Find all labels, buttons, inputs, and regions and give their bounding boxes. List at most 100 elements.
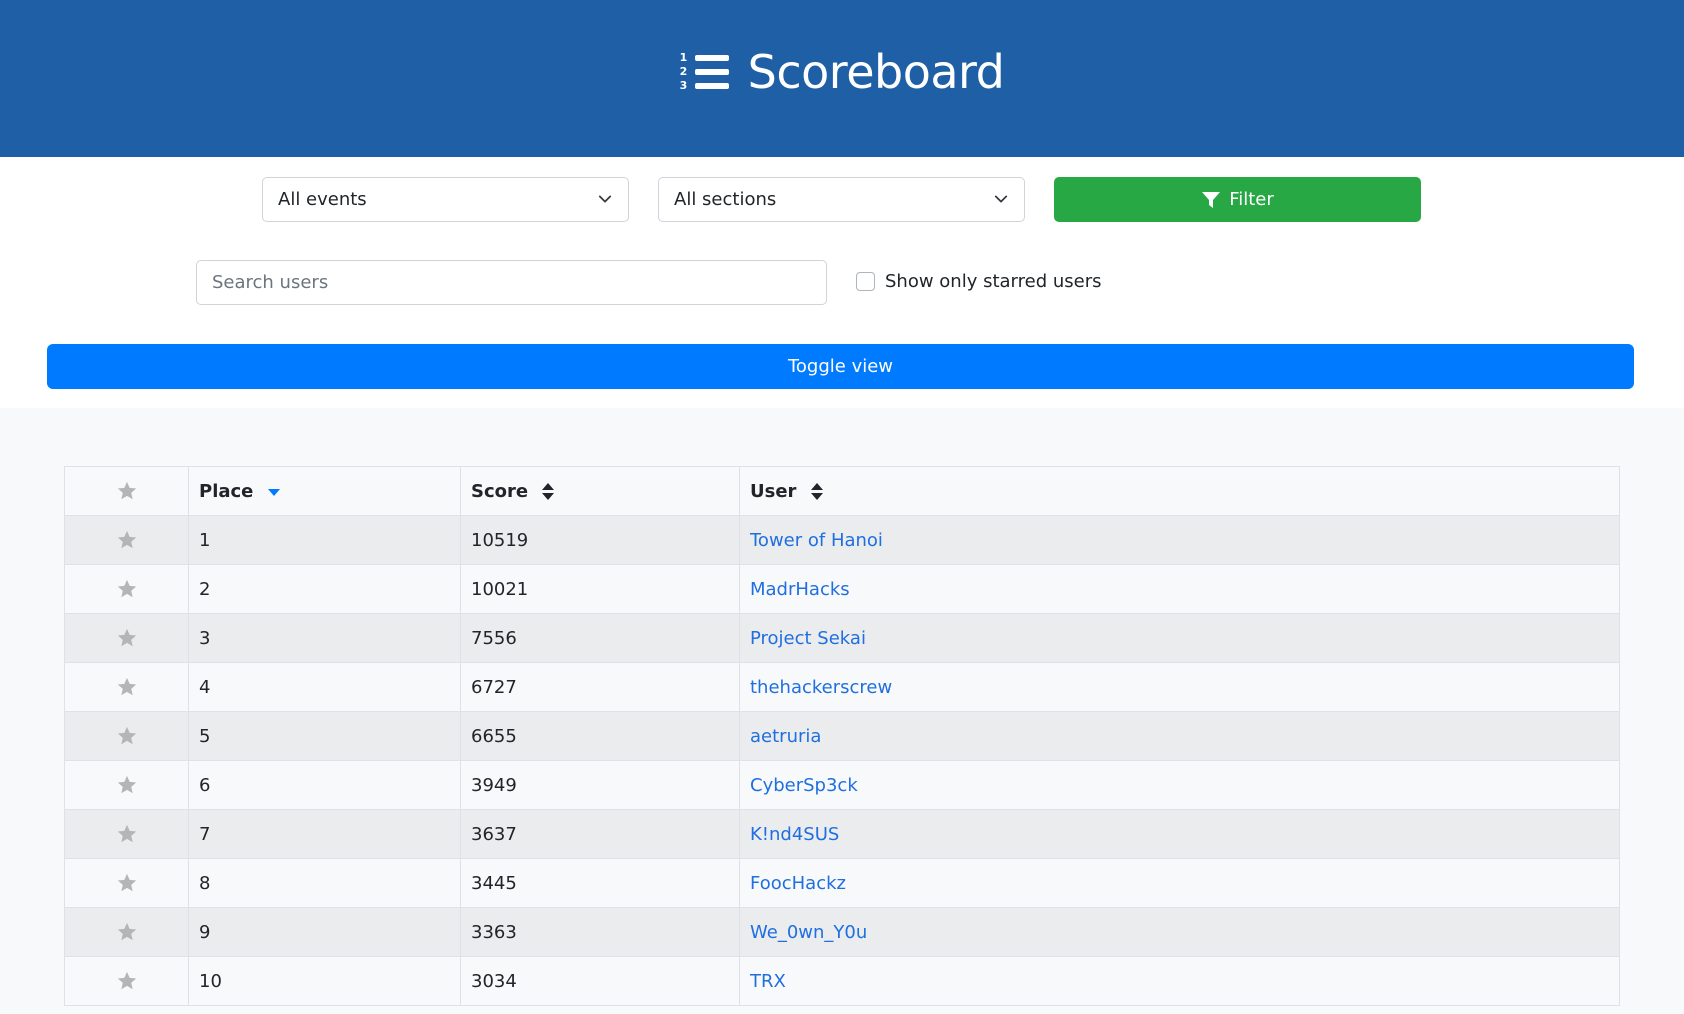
sort-icon [542, 482, 555, 500]
section-select[interactable]: All sections [658, 177, 1025, 222]
toggle-view-button[interactable]: Toggle view [47, 344, 1634, 389]
toggle-view-label: Toggle view [787, 356, 894, 377]
star-toggle[interactable] [64, 613, 189, 663]
user-link[interactable]: K!nd4SUS [750, 824, 839, 845]
user-link[interactable]: Tower of Hanoi [750, 530, 883, 551]
column-header-label: Place [199, 480, 254, 502]
search-users-input[interactable] [196, 260, 827, 305]
table-row: 10 3034 TRX [64, 956, 1620, 1006]
user-cell: We_0wn_Y0u [739, 907, 1620, 957]
score-value: 10519 [471, 529, 529, 551]
star-icon [117, 481, 136, 500]
page-header: 1 2 3 Scoreboard [0, 0, 1684, 157]
column-header-place[interactable]: Place [188, 466, 461, 516]
star-icon [117, 530, 136, 549]
user-cell: CyberSp3ck [739, 760, 1620, 810]
sort-desc-icon [267, 488, 280, 496]
column-header-star[interactable] [64, 466, 189, 516]
star-icon [117, 775, 136, 794]
place-cell: 3 [188, 613, 461, 663]
user-link[interactable]: FoocHackz [750, 873, 846, 894]
score-value: 3034 [471, 970, 517, 992]
filter-button[interactable]: Filter [1054, 177, 1421, 222]
score-cell: 6655 [460, 711, 740, 761]
score-value: 3363 [471, 921, 517, 943]
score-value: 3637 [471, 823, 517, 845]
place-value: 7 [199, 823, 211, 845]
score-value: 6655 [471, 725, 517, 747]
column-header-user[interactable]: User [739, 466, 1620, 516]
user-link[interactable]: We_0wn_Y0u [750, 922, 867, 943]
brand: 1 2 3 Scoreboard [680, 45, 1005, 99]
star-icon [117, 677, 136, 696]
star-icon [117, 628, 136, 647]
place-cell: 7 [188, 809, 461, 859]
score-cell: 6727 [460, 662, 740, 712]
scoreboard-table: Place Score User 1 10519 Tower of Hanoi 2 10… [64, 466, 1620, 1006]
filter-panel: All events All sections Filter Show only… [0, 157, 1684, 408]
star-toggle[interactable] [64, 515, 189, 565]
user-cell: aetruria [739, 711, 1620, 761]
user-cell: TRX [739, 956, 1620, 1006]
event-select-value: All events [278, 189, 367, 210]
table-body: 1 10519 Tower of Hanoi 2 10021 MadrHacks 3 7556… [64, 515, 1620, 1006]
user-link[interactable]: aetruria [750, 726, 821, 747]
user-cell: thehackerscrew [739, 662, 1620, 712]
place-value: 1 [199, 529, 211, 551]
place-value: 8 [199, 872, 211, 894]
table-header-row: Place Score User [64, 466, 1620, 516]
scoreboard-table-container: Place Score User 1 10519 Tower of Hanoi 2 10… [64, 466, 1620, 1006]
place-value: 6 [199, 774, 211, 796]
user-cell: MadrHacks [739, 564, 1620, 614]
star-toggle[interactable] [64, 907, 189, 957]
place-cell: 8 [188, 858, 461, 908]
user-link[interactable]: TRX [750, 971, 786, 992]
starred-checkbox[interactable] [856, 272, 875, 291]
place-value: 9 [199, 921, 211, 943]
table-row: 3 7556 Project Sekai [64, 613, 1620, 663]
place-value: 10 [199, 970, 222, 992]
place-cell: 6 [188, 760, 461, 810]
column-header-score[interactable]: Score [460, 466, 740, 516]
star-toggle[interactable] [64, 564, 189, 614]
filter-button-label: Filter [1229, 189, 1274, 210]
score-value: 10021 [471, 578, 529, 600]
star-toggle[interactable] [64, 858, 189, 908]
event-select[interactable]: All events [262, 177, 629, 222]
star-toggle[interactable] [64, 662, 189, 712]
table-row: 6 3949 CyberSp3ck [64, 760, 1620, 810]
star-icon [117, 873, 136, 892]
user-cell: K!nd4SUS [739, 809, 1620, 859]
starred-filter[interactable]: Show only starred users [856, 271, 1102, 292]
table-row: 7 3637 K!nd4SUS [64, 809, 1620, 859]
place-cell: 9 [188, 907, 461, 957]
user-link[interactable]: CyberSp3ck [750, 775, 858, 796]
place-cell: 2 [188, 564, 461, 614]
user-link[interactable]: MadrHacks [750, 579, 850, 600]
star-icon [117, 824, 136, 843]
list-number: 3 [679, 78, 688, 92]
table-row: 4 6727 thehackerscrew [64, 662, 1620, 712]
user-link[interactable]: thehackerscrew [750, 677, 892, 698]
list-bar [694, 54, 729, 61]
score-cell: 10519 [460, 515, 740, 565]
user-link[interactable]: Project Sekai [750, 628, 866, 649]
star-icon [117, 726, 136, 745]
section-select-value: All sections [674, 189, 777, 210]
place-value: 4 [199, 676, 211, 698]
score-cell: 3363 [460, 907, 740, 957]
star-icon [117, 922, 136, 941]
score-cell: 3034 [460, 956, 740, 1006]
table-row: 1 10519 Tower of Hanoi [64, 515, 1620, 565]
user-cell: Tower of Hanoi [739, 515, 1620, 565]
list-ol-icon: 1 2 3 [680, 50, 730, 94]
score-value: 7556 [471, 627, 517, 649]
star-toggle[interactable] [64, 956, 189, 1006]
star-toggle[interactable] [64, 711, 189, 761]
star-toggle[interactable] [64, 760, 189, 810]
place-value: 5 [199, 725, 211, 747]
score-value: 3445 [471, 872, 517, 894]
table-row: 5 6655 aetruria [64, 711, 1620, 761]
star-toggle[interactable] [64, 809, 189, 859]
score-cell: 3445 [460, 858, 740, 908]
